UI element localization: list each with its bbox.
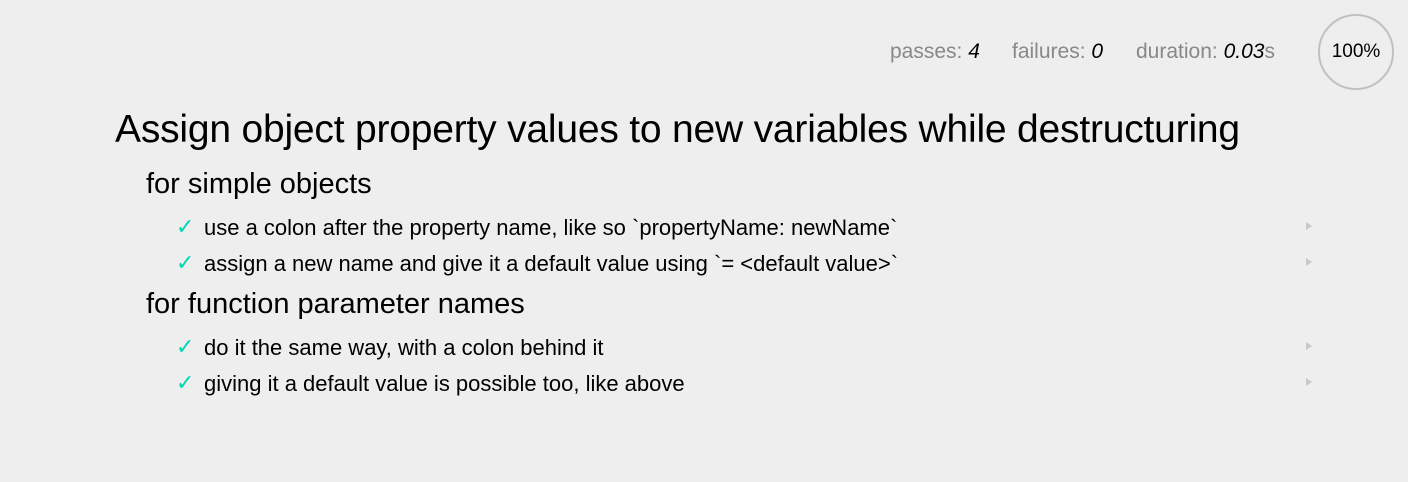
expand-arrow-icon[interactable] <box>1306 378 1312 386</box>
duration-unit: s <box>1264 40 1275 63</box>
duration-value: 0.03 <box>1223 40 1265 63</box>
expand-arrow-icon[interactable] <box>1306 222 1312 230</box>
test-title[interactable]: giving it a default value is possible to… <box>204 371 685 397</box>
check-icon: ✓ <box>176 370 195 395</box>
expand-arrow-icon[interactable] <box>1306 258 1312 266</box>
test-title[interactable]: use a colon after the property name, lik… <box>204 215 897 241</box>
test-title[interactable]: assign a new name and give it a default … <box>204 251 898 277</box>
duration-stat: duration: 0.03s <box>1136 40 1275 64</box>
test-item[interactable]: ✓ use a colon after the property name, l… <box>176 214 1316 244</box>
failures-label: failures: <box>1012 40 1092 63</box>
progress-indicator: 100% <box>1318 14 1394 90</box>
failures-value: 0 <box>1091 40 1104 63</box>
passes-stat[interactable]: passes: 4 <box>890 40 980 64</box>
check-icon: ✓ <box>176 250 195 275</box>
expand-arrow-icon[interactable] <box>1306 342 1312 350</box>
suite-title[interactable]: Assign object property values to new var… <box>115 108 1240 152</box>
test-title[interactable]: do it the same way, with a colon behind … <box>204 335 603 361</box>
test-item[interactable]: ✓ do it the same way, with a colon behin… <box>176 334 1316 364</box>
check-icon: ✓ <box>176 214 195 239</box>
duration-label: duration: <box>1136 40 1224 63</box>
passes-label: passes: <box>890 40 969 63</box>
progress-text: 100% <box>1331 41 1381 62</box>
check-icon: ✓ <box>176 334 195 359</box>
stats-bar: passes: 4 failures: 0 duration: 0.03s 10… <box>0 14 1394 92</box>
suite-group-title[interactable]: for function parameter names <box>146 288 525 321</box>
suite-group-title[interactable]: for simple objects <box>146 168 372 201</box>
passes-value: 4 <box>968 40 980 63</box>
failures-stat[interactable]: failures: 0 <box>1012 40 1103 64</box>
test-item[interactable]: ✓ giving it a default value is possible … <box>176 370 1316 400</box>
test-item[interactable]: ✓ assign a new name and give it a defaul… <box>176 250 1316 280</box>
